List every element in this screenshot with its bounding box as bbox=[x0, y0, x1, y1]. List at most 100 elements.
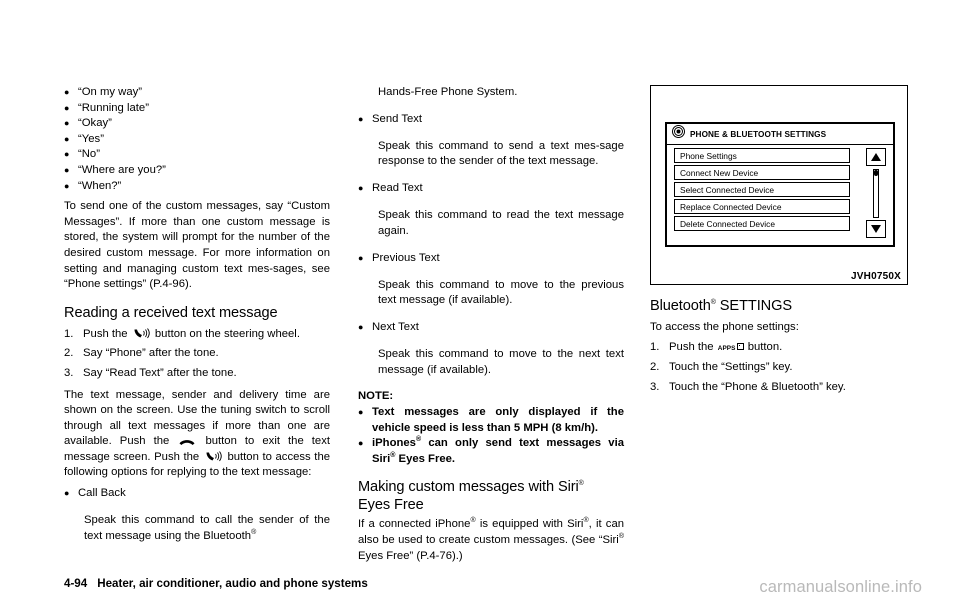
scroll-down-button[interactable] bbox=[866, 220, 886, 238]
option-read-text: ● Read Text bbox=[358, 181, 624, 197]
bluetooth-intro: To access the phone settings: bbox=[650, 321, 799, 333]
device-title-text: PHONE & BLUETOOTH SETTINGS bbox=[690, 129, 827, 139]
option-previous-text: ● Previous Text bbox=[358, 251, 624, 267]
scrollbar[interactable] bbox=[866, 148, 886, 238]
quick-message-text: “Running late” bbox=[78, 101, 149, 114]
step-text-after: button. bbox=[747, 340, 783, 353]
phone-talk-icon bbox=[205, 451, 222, 462]
step-number: 1. bbox=[650, 340, 660, 353]
page-heading-bluetooth-settings: Bluetooth® SETTINGS bbox=[650, 297, 912, 315]
list-item: ● “Running late” bbox=[64, 101, 330, 117]
footer-title: Heater, air conditioner, audio and phone… bbox=[97, 577, 368, 590]
registered-mark: ® bbox=[251, 528, 257, 536]
step-1: 1. Push the button on the steering wheel… bbox=[64, 327, 330, 343]
bt-step-3: 3. Touch the “Phone & Bluetooth” key. bbox=[650, 380, 912, 396]
manual-page: ● “On my way” ● “Running late” ● “Okay” … bbox=[0, 0, 960, 611]
step-text: Touch the “Settings” key. bbox=[669, 361, 793, 374]
quick-message-text: “When?” bbox=[78, 179, 122, 192]
menu-item-label: Phone Settings bbox=[680, 150, 737, 161]
phone-talk-icon bbox=[133, 327, 150, 339]
bullet-dot-icon: ● bbox=[358, 113, 364, 124]
heading-bluetooth-post: SETTINGS bbox=[715, 298, 792, 314]
heading-siri-line2: Eyes Free bbox=[358, 497, 424, 514]
step-3: 3. Say “Read Text” after the tone. bbox=[64, 366, 330, 382]
step-text: Push the button on the steering wheel. bbox=[83, 327, 330, 343]
menu-item-replace-connected-device[interactable]: Replace Connected Device bbox=[674, 199, 850, 214]
scroll-track[interactable] bbox=[873, 169, 879, 218]
menu-item-label: Delete Connected Device bbox=[680, 218, 775, 229]
option-label: Read Text bbox=[372, 182, 423, 195]
device-screen: PHONE & BLUETOOTH SETTINGS Phone Setting… bbox=[665, 122, 895, 247]
step-text-after: button on the steering wheel. bbox=[154, 327, 300, 340]
continuation-text: Hands-Free Phone System. bbox=[378, 86, 518, 98]
list-item: ● “Yes” bbox=[64, 132, 330, 148]
heading-siri-text: Making custom messages with Siri bbox=[358, 479, 579, 496]
bullet-dot-icon: ● bbox=[64, 164, 70, 175]
step-2: 2. Say “Phone” after the tone. bbox=[64, 346, 330, 362]
option-description: Speak this command to send a text mes-sa… bbox=[378, 139, 624, 168]
menu-item-delete-connected-device[interactable]: Delete Connected Device bbox=[674, 216, 850, 231]
apps-key-square bbox=[736, 342, 744, 350]
quick-message-text: “Yes” bbox=[78, 132, 104, 145]
quick-message-text: “Where are you?” bbox=[78, 163, 166, 176]
step-number: 2. bbox=[64, 347, 74, 360]
triangle-up-icon bbox=[871, 153, 881, 161]
step-number: 1. bbox=[64, 327, 74, 340]
bullet-dot-icon: ● bbox=[64, 133, 70, 144]
option-description: Speak this command to read the text mess… bbox=[378, 209, 624, 237]
menu-item-label: Select Connected Device bbox=[680, 184, 775, 195]
menu-item-phone-settings[interactable]: Phone Settings bbox=[674, 148, 850, 163]
bullet-dot-icon: ● bbox=[64, 149, 70, 160]
watermark: carmanualsonline.info bbox=[759, 578, 922, 596]
quick-messages-list: ● “On my way” ● “Running late” ● “Okay” … bbox=[64, 85, 330, 194]
option-label: Send Text bbox=[372, 112, 423, 125]
bullet-dot-icon: ● bbox=[64, 488, 70, 499]
list-item: ● “Where are you?” bbox=[64, 163, 330, 179]
note-text-post: Eyes Free. bbox=[395, 452, 456, 465]
step-text-before: Push the bbox=[669, 340, 714, 353]
option-description: Speak this command to move to the next t… bbox=[378, 347, 624, 376]
custom-messages-paragraph: To send one of the custom messages, say … bbox=[64, 200, 330, 291]
apps-button-icon: APPS bbox=[718, 341, 744, 357]
registered-mark: ® bbox=[578, 480, 584, 488]
list-item: ● “When?” bbox=[64, 179, 330, 195]
bullet-dot-icon: ● bbox=[358, 322, 364, 333]
page-heading-reading: Reading a received text message bbox=[64, 304, 278, 321]
list-item: ● “No” bbox=[64, 147, 330, 163]
scroll-up-button[interactable] bbox=[866, 148, 886, 166]
column-left: ● “On my way” ● “Running late” ● “Okay” … bbox=[64, 85, 330, 555]
list-item: ● “On my way” bbox=[64, 85, 330, 101]
option-description: Speak this command to move to the previo… bbox=[378, 278, 624, 307]
scroll-thumb[interactable] bbox=[874, 170, 878, 176]
option-label: Next Text bbox=[372, 321, 419, 334]
siri-part4: Eyes Free” (P.4-76).) bbox=[358, 549, 463, 562]
step-text: Say “Read Text” after the tone. bbox=[83, 366, 237, 379]
siri-paragraph: If a connected iPhone ® is equipped with … bbox=[358, 517, 624, 564]
apps-key-label: APPS bbox=[717, 344, 736, 352]
note-heading: NOTE: bbox=[358, 390, 394, 403]
bullet-dot-icon: ● bbox=[358, 438, 364, 449]
device-menu-list: Phone Settings Connect New Device Select… bbox=[674, 148, 850, 231]
bullet-dot-icon: ● bbox=[358, 183, 364, 194]
menu-item-connect-new-device[interactable]: Connect New Device bbox=[674, 165, 850, 180]
step-text: Say “Phone” after the tone. bbox=[83, 347, 219, 360]
option-label: Previous Text bbox=[372, 251, 440, 264]
menu-item-label: Connect New Device bbox=[680, 167, 759, 178]
menu-item-select-connected-device[interactable]: Select Connected Device bbox=[674, 182, 850, 197]
column-right: Bluetooth® SETTINGS To access the phone … bbox=[650, 297, 912, 395]
device-body: Phone Settings Connect New Device Select… bbox=[667, 145, 893, 245]
figure-frame: PHONE & BLUETOOTH SETTINGS Phone Setting… bbox=[650, 85, 908, 285]
triangle-down-icon bbox=[871, 225, 881, 233]
bullet-dot-icon: ● bbox=[358, 252, 364, 263]
quick-message-text: “Okay” bbox=[78, 117, 112, 130]
siri-part2: is equipped with Siri bbox=[475, 518, 584, 531]
step-number: 2. bbox=[650, 361, 660, 374]
bullet-dot-icon: ● bbox=[64, 118, 70, 129]
step-text: Touch the “Phone & Bluetooth” key. bbox=[669, 380, 846, 393]
bullet-dot-icon: ● bbox=[64, 87, 70, 97]
page-number: 4-94 bbox=[64, 577, 88, 590]
page-heading-siri: Making custom messages with Siri® Eyes Fr… bbox=[358, 478, 624, 514]
bluetooth-settings-dial-icon bbox=[672, 125, 685, 143]
note-text-pre: iPhones bbox=[372, 437, 416, 450]
option-call-back: ● Call Back bbox=[64, 486, 330, 502]
